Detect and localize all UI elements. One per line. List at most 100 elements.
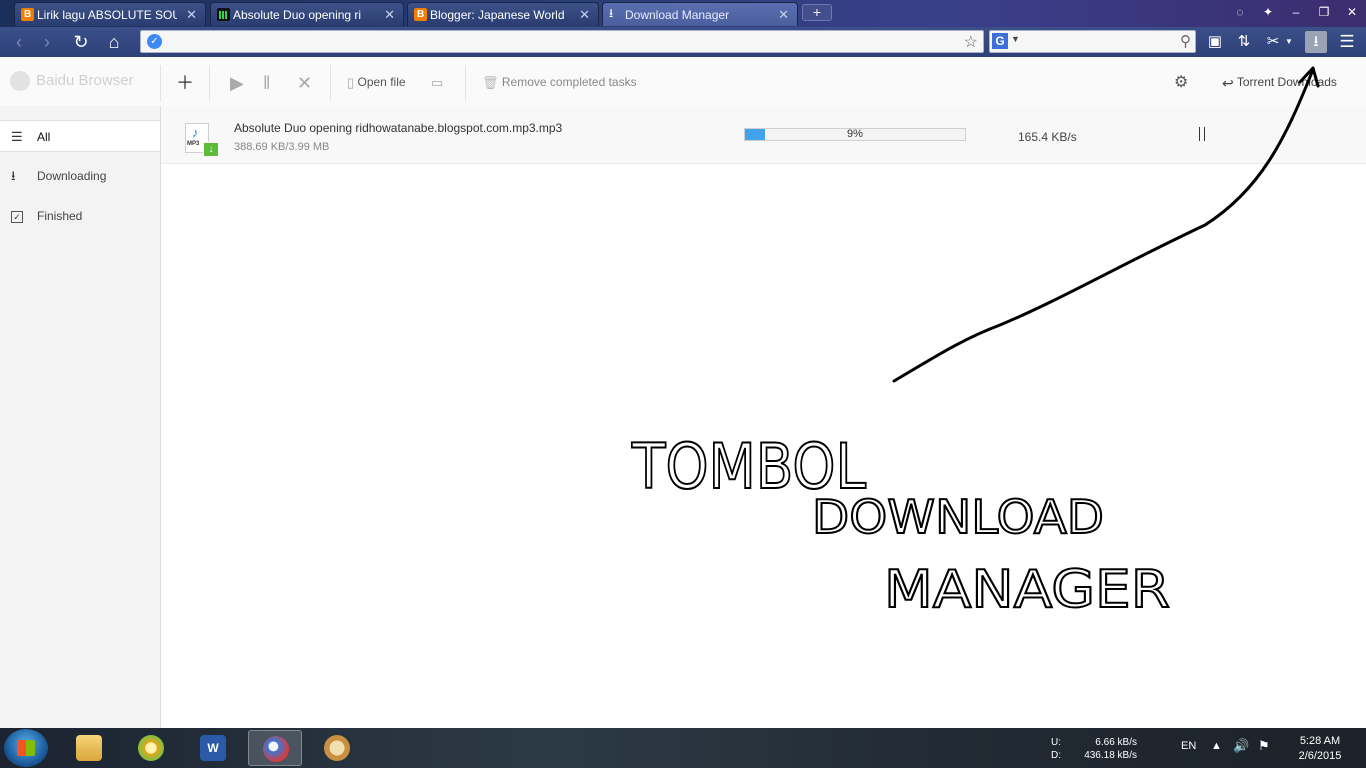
sidebar-item-downloading[interactable]: ⭳ Downloading xyxy=(0,160,160,192)
address-bar[interactable]: ✓ ☆ xyxy=(140,30,984,53)
gear-icon: ⚙ xyxy=(1174,73,1189,91)
sidebar-item-label: All xyxy=(37,130,51,144)
taskbar-paint[interactable] xyxy=(310,730,364,766)
pause-icon: ‖ xyxy=(263,72,271,93)
trash-icon: 🗑 xyxy=(482,74,499,90)
sidebar: ☰ All ⭳ Downloading ✓ Finished xyxy=(0,106,161,728)
sidebar-item-all[interactable]: ☰ All xyxy=(0,120,160,152)
open-file-button[interactable]: ▯ Open file xyxy=(347,71,406,93)
taskbar-app-green[interactable] xyxy=(124,730,178,766)
forward-button[interactable]: › xyxy=(36,31,58,53)
delete-button[interactable]: ✕ xyxy=(297,71,312,93)
taskbar-baidu-browser[interactable] xyxy=(248,730,302,766)
minimize-icon[interactable]: – xyxy=(1285,3,1307,21)
tab-title: Absolute Duo opening ri xyxy=(233,8,362,22)
divider xyxy=(160,65,161,101)
list-icon: ☰ xyxy=(11,129,23,144)
clock-date: 2/6/2015 xyxy=(1298,750,1342,762)
sidebar-item-label: Finished xyxy=(37,209,83,223)
torrent-downloads-label: Torrent Downloads xyxy=(1236,75,1337,89)
chevron-down-icon[interactable]: ▼ xyxy=(1283,31,1295,53)
divider xyxy=(330,65,331,101)
show-hidden-icons-icon[interactable]: ▲ xyxy=(1211,740,1222,752)
upload-label: U: xyxy=(1051,737,1061,748)
download-speed: 165.4 KB/s xyxy=(1018,130,1077,144)
tab-download-manager[interactable]: ⭳ Download Manager ✕ xyxy=(602,2,798,26)
back-button[interactable]: ‹ xyxy=(8,31,30,53)
settings-button[interactable]: ⚙ xyxy=(1174,71,1188,93)
file-type-label: MP3 xyxy=(187,141,200,147)
word-icon: W xyxy=(200,735,226,761)
bookmark-star-icon[interactable]: ☆ xyxy=(964,32,978,52)
search-icon[interactable]: ⚲ xyxy=(1180,32,1191,50)
baidu-paw-icon xyxy=(10,71,30,91)
checkbox-icon: ✓ xyxy=(11,200,23,232)
home-button[interactable]: ⌂ xyxy=(103,31,125,53)
chevron-down-icon[interactable]: ▼ xyxy=(1011,34,1020,44)
start-button[interactable] xyxy=(4,729,48,767)
open-folder-button[interactable]: ▭ xyxy=(431,71,443,93)
file-name: Absolute Duo opening ridhowatanabe.blogs… xyxy=(234,121,563,135)
download-manager-button[interactable]: ⭳ xyxy=(1305,31,1327,53)
annotation-line-2: DOWNLOAD xyxy=(812,490,1104,544)
file-size-progress: 388.69 KB/3.99 MB xyxy=(234,141,330,153)
language-indicator[interactable]: EN xyxy=(1181,740,1196,752)
search-box[interactable]: G ▼ ⚲ xyxy=(989,30,1196,53)
pin-icon[interactable]: ✦ xyxy=(1257,3,1279,21)
mp3-file-icon: ♪ MP3 ↓ xyxy=(185,123,219,157)
tab-lirik-lagu[interactable]: Lirik lagu ABSOLUTE SOU ✕ xyxy=(14,2,206,26)
new-tab-button[interactable]: + xyxy=(802,4,832,21)
close-icon[interactable]: ✕ xyxy=(579,3,590,26)
torrent-downloads-button[interactable]: ↩ Torrent Downloads xyxy=(1222,71,1337,93)
app-icon xyxy=(138,735,164,761)
progress-bar: 9% xyxy=(744,128,966,141)
remove-completed-label: Remove completed tasks xyxy=(501,75,637,89)
close-icon[interactable]: ✕ xyxy=(186,3,197,26)
taskbar-explorer[interactable] xyxy=(62,730,116,766)
volume-icon[interactable]: 🔊 xyxy=(1233,738,1249,754)
music-note-icon: ♪ xyxy=(192,125,199,140)
tab-absolute-duo[interactable]: Absolute Duo opening ri ✕ xyxy=(210,2,404,26)
blogger-icon xyxy=(414,3,427,26)
sidebar-item-label: Downloading xyxy=(37,169,107,183)
network-speed-meter: U: 6.66 kB/s D: 436.18 kB/s xyxy=(1051,736,1137,762)
add-download-button[interactable]: ＋ xyxy=(176,71,194,93)
download-icon: ⭳ xyxy=(609,6,614,20)
scissors-icon[interactable]: ✂ xyxy=(1262,31,1284,53)
download-speed-tray: 436.18 kB/s xyxy=(1084,750,1137,761)
pause-download-button[interactable] xyxy=(1197,127,1209,141)
play-icon: ▶ xyxy=(230,72,244,93)
chat-icon[interactable]: ◌ xyxy=(1229,3,1251,21)
pause-all-button[interactable]: ‖ xyxy=(263,71,270,93)
close-icon[interactable]: ✕ xyxy=(384,3,395,26)
close-icon[interactable]: ✕ xyxy=(778,3,789,26)
start-button[interactable]: ▶ xyxy=(230,71,244,93)
taskbar-word[interactable]: W xyxy=(186,730,240,766)
folder-icon: ▭ xyxy=(431,74,444,90)
google-search-engine-icon[interactable]: G xyxy=(992,33,1008,49)
blogger-icon xyxy=(21,3,34,26)
sync-arrows-icon[interactable]: ⇅ xyxy=(1233,31,1255,53)
download-icon: ⭳ xyxy=(11,168,16,183)
close-icon: ✕ xyxy=(297,72,313,93)
close-window-icon[interactable]: ✕ xyxy=(1341,3,1363,21)
navigation-toolbar: ‹ › ↻ ⌂ ✓ ☆ G ▼ ⚲ ▣ ⇅ ✂ ▼ ⭳ ☰ xyxy=(0,27,1366,57)
annotation-line-3: MANAGER xyxy=(884,560,1170,620)
action-center-flag-icon[interactable]: ⚑ xyxy=(1258,738,1270,754)
divider xyxy=(209,65,210,101)
tab-title: Lirik lagu ABSOLUTE SOU xyxy=(37,8,177,22)
upload-speed: 6.66 kB/s xyxy=(1095,737,1137,748)
restore-icon[interactable]: ❐ xyxy=(1313,3,1335,21)
download-row[interactable]: ♪ MP3 ↓ Absolute Duo opening ridhowatana… xyxy=(161,106,1366,164)
reload-button[interactable]: ↻ xyxy=(70,31,92,53)
clock[interactable]: 5:28 AM 2/6/2015 xyxy=(1287,734,1353,764)
audio-equalizer-icon xyxy=(217,8,230,21)
download-manager-toolbar: Baidu Browser ＋ ▶ ‖ ✕ ▯ Open file ▭ 🗑 Re… xyxy=(0,57,1366,107)
menu-icon[interactable]: ☰ xyxy=(1336,31,1358,53)
video-download-icon[interactable]: ▣ xyxy=(1204,31,1226,53)
sidebar-item-finished[interactable]: ✓ Finished xyxy=(0,200,160,232)
brand-name: Baidu Browser xyxy=(36,71,134,89)
remove-completed-button[interactable]: 🗑 Remove completed tasks xyxy=(482,71,637,93)
folder-icon xyxy=(76,735,102,761)
tab-blogger[interactable]: Blogger: Japanese World ✕ xyxy=(407,2,599,26)
